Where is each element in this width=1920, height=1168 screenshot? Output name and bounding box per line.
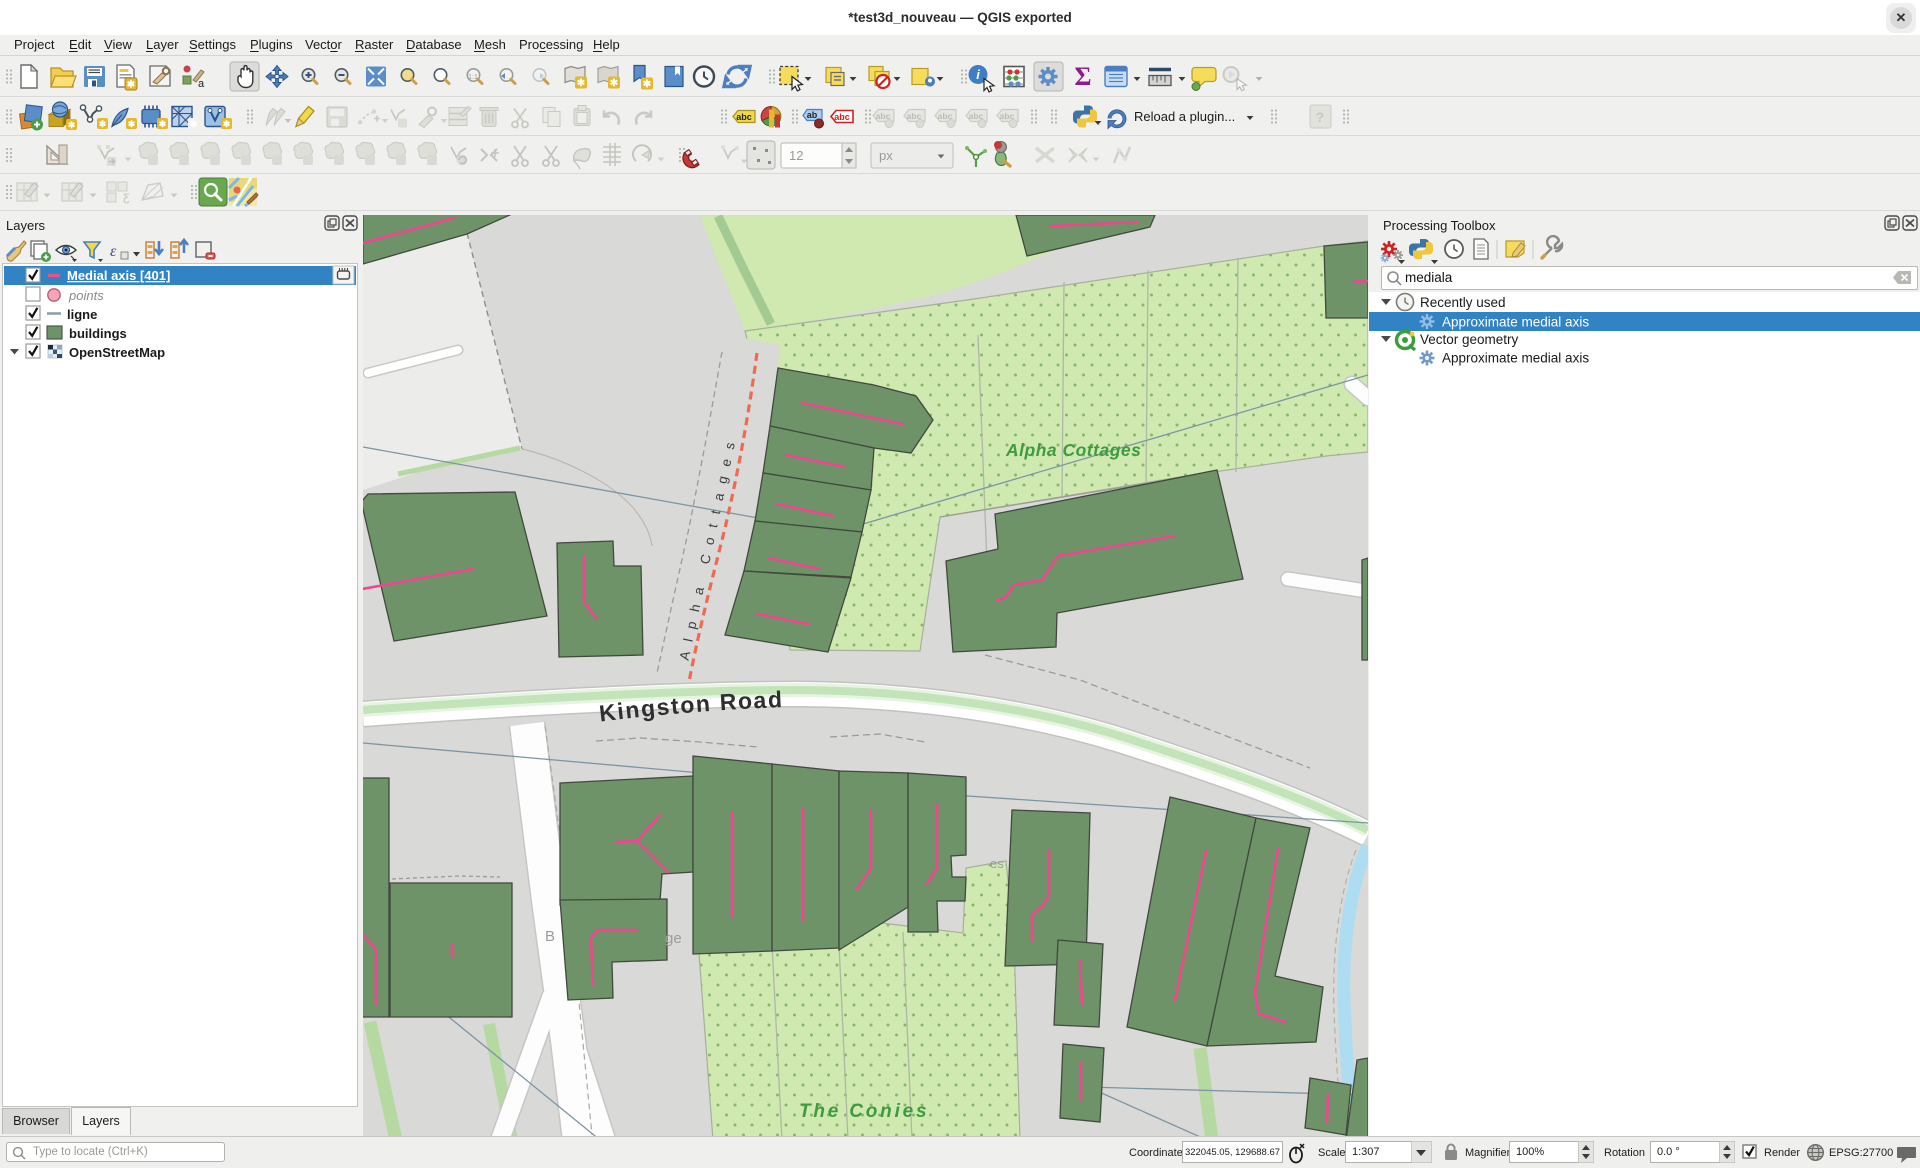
svg-text:Medial axis [401]: Medial axis [401] [67,268,170,283]
svg-text:✱: ✱ [643,79,652,90]
svg-text:points: points [68,288,104,303]
svg-text:Approximate medial axis: Approximate medial axis [1442,351,1589,366]
svg-text:✱: ✱ [127,80,136,91]
svg-text:buildings: buildings [69,326,127,341]
svg-text:Recently used: Recently used [1420,295,1506,310]
svg-text:B: B [545,928,555,945]
svg-text:✱: ✱ [223,119,231,129]
svg-text:Approximate medial axis: Approximate medial axis [1442,315,1589,330]
svg-text:ge: ge [665,930,682,947]
svg-text:✱: ✱ [190,119,198,129]
svg-text:ε: ε [110,243,117,260]
svg-text:✱: ✱ [68,120,76,130]
svg-text:ligne: ligne [67,307,97,322]
svg-text:OpenStreetMap: OpenStreetMap [69,345,165,360]
svg-text:1:1: 1:1 [468,74,478,81]
svg-text:✱: ✱ [577,78,586,89]
svg-text:abc: abc [736,112,752,122]
svg-text:Ƹ: Ƹ [123,192,130,204]
svg-text:✱: ✱ [128,119,136,129]
svg-text:✱: ✱ [610,78,619,89]
svg-text:ab: ab [807,110,818,120]
svg-text:i: i [976,67,980,82]
svg-text:The Conies: The Conies [799,1101,929,1122]
svg-text:Vector geometry: Vector geometry [1420,332,1519,347]
svg-text:?: ? [1316,109,1325,125]
svg-text:es: es [990,856,1004,871]
svg-text:Alpha Cottages: Alpha Cottages [1005,440,1141,460]
svg-text:abc: abc [834,112,850,122]
svg-text:12: 12 [789,148,803,163]
svg-text:px: px [879,148,893,163]
svg-text:✱: ✱ [159,119,167,129]
svg-text:a: a [198,78,205,90]
svg-text:Reload a plugin...: Reload a plugin... [1134,109,1235,124]
svg-text:Σ: Σ [1075,62,1092,91]
svg-text:✱: ✱ [99,119,107,129]
